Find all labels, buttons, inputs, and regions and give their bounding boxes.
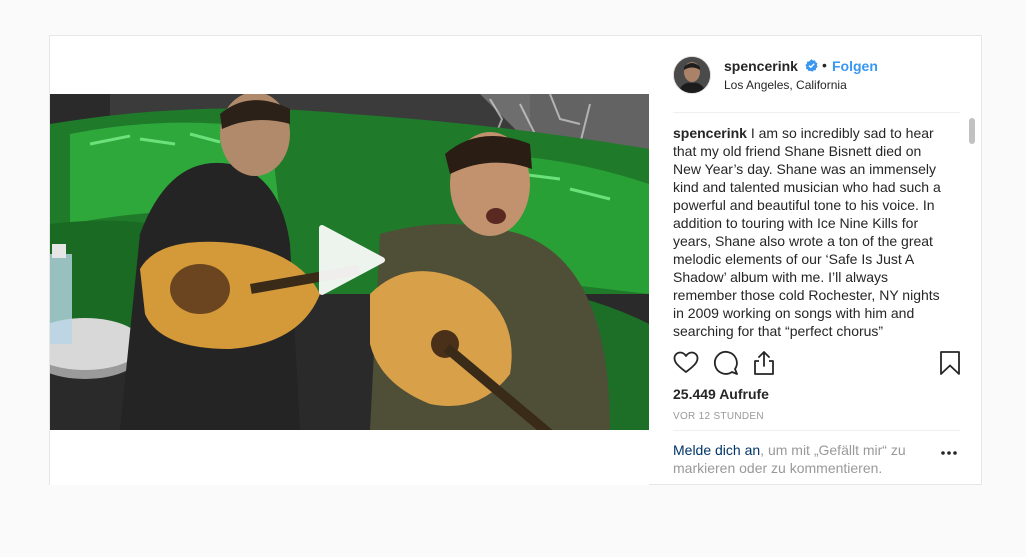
share-icon[interactable]: [751, 350, 777, 376]
action-bar: [673, 350, 961, 380]
caption: spencerink I am so incredibly sad to hea…: [673, 124, 948, 340]
login-link[interactable]: Melde dich an: [673, 442, 760, 458]
scrollbar-thumb[interactable]: [969, 118, 975, 144]
header-separator: •: [822, 57, 827, 73]
comment-icon[interactable]: [713, 350, 739, 376]
location-link[interactable]: Los Angeles, California: [724, 78, 847, 92]
username-link[interactable]: spencerink: [724, 58, 798, 74]
timestamp[interactable]: VOR 12 STUNDEN: [673, 411, 764, 422]
caption-scroll-area[interactable]: spencerink I am so incredibly sad to hea…: [673, 124, 948, 342]
heart-icon[interactable]: [673, 350, 699, 376]
post-media: [50, 36, 649, 485]
post-header: spencerink • Folgen Los Angeles, Califor…: [649, 36, 982, 112]
verified-badge-icon: [805, 59, 818, 72]
video-player[interactable]: [50, 94, 649, 430]
view-count[interactable]: 25.449 Aufrufe: [673, 386, 769, 402]
avatar[interactable]: [673, 56, 711, 94]
caption-text: I am so incredibly sad to hear that my o…: [673, 125, 941, 339]
caption-username[interactable]: spencerink: [673, 125, 747, 141]
caption-scrollbar[interactable]: [968, 116, 976, 342]
login-prompt: Melde dich an, um mit „Gefällt mir“ zu m…: [673, 441, 933, 477]
bookmark-icon[interactable]: [937, 350, 963, 376]
divider: [673, 112, 960, 113]
more-options-icon[interactable]: [940, 448, 958, 458]
video-frame: [50, 94, 649, 430]
post-sidebar: spencerink • Folgen Los Angeles, Califor…: [649, 36, 982, 485]
instagram-post-embed: spencerink • Folgen Los Angeles, Califor…: [49, 35, 982, 485]
divider: [673, 430, 960, 431]
follow-button[interactable]: Folgen: [832, 58, 878, 74]
